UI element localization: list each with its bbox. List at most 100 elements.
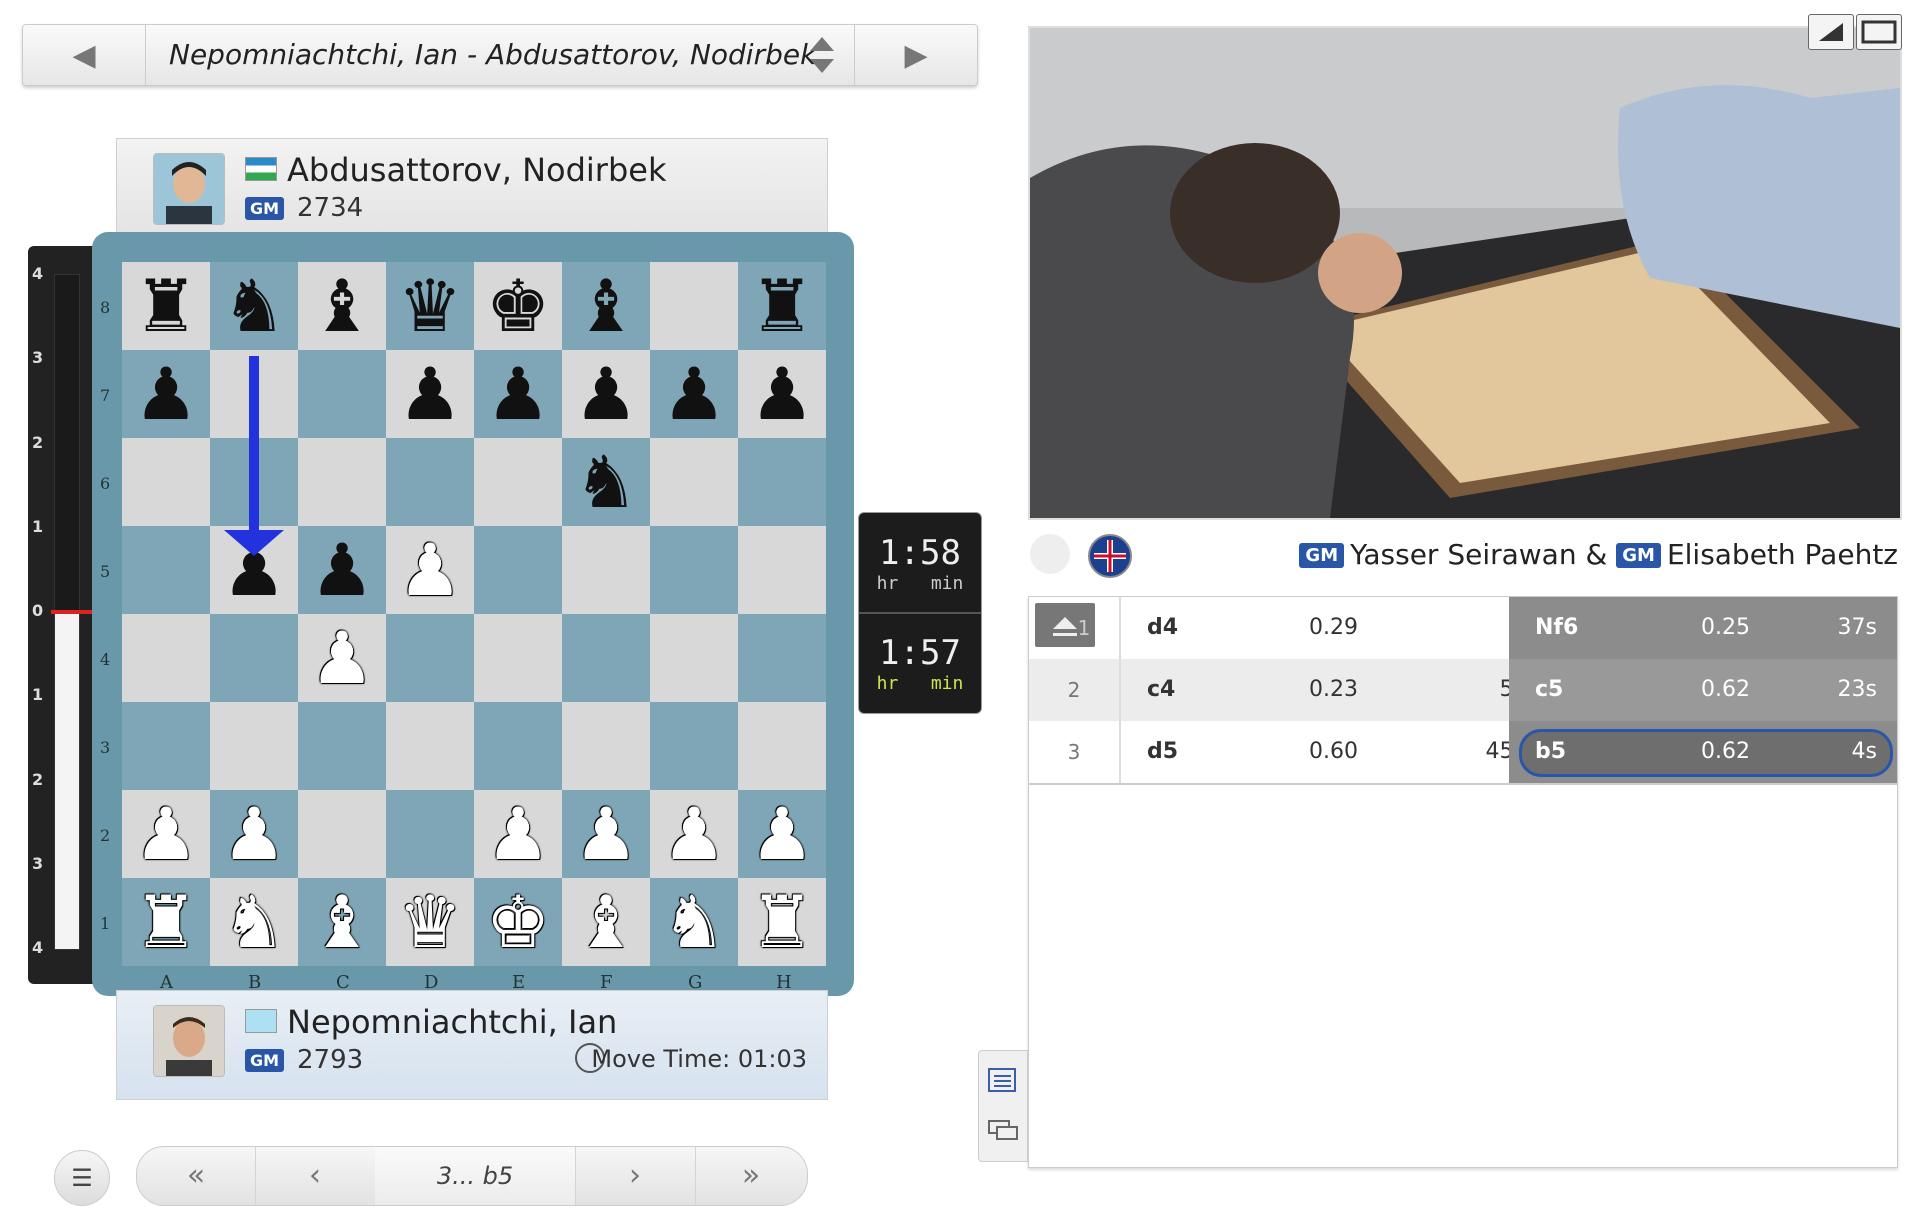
square-h6[interactable] bbox=[738, 438, 826, 526]
square-e5[interactable] bbox=[474, 526, 562, 614]
black-move[interactable]: b5 bbox=[1535, 721, 1566, 783]
square-b7[interactable] bbox=[210, 350, 298, 438]
square-h8[interactable]: ♜ bbox=[738, 262, 826, 350]
square-c8[interactable]: ♝ bbox=[298, 262, 386, 350]
previous-move-button[interactable]: ‹ bbox=[255, 1147, 376, 1205]
black-bishop-piece[interactable]: ♝ bbox=[574, 270, 639, 342]
last-move-button[interactable]: » bbox=[695, 1147, 807, 1205]
black-move[interactable]: Nf6 bbox=[1535, 597, 1578, 659]
square-d1[interactable]: ♛ bbox=[386, 878, 474, 966]
square-e2[interactable]: ♟ bbox=[474, 790, 562, 878]
sort-arrows-icon[interactable] bbox=[807, 35, 837, 75]
square-e4[interactable] bbox=[474, 614, 562, 702]
square-a6[interactable] bbox=[122, 438, 210, 526]
square-c5[interactable]: ♟ bbox=[298, 526, 386, 614]
square-g3[interactable] bbox=[650, 702, 738, 790]
white-knight-piece[interactable]: ♞ bbox=[662, 886, 727, 958]
next-game-button[interactable]: ▶ bbox=[854, 25, 977, 85]
white-pawn-piece[interactable]: ♟ bbox=[310, 622, 375, 694]
black-pawn-piece[interactable]: ♟ bbox=[222, 534, 287, 606]
black-pawn-piece[interactable]: ♟ bbox=[134, 358, 199, 430]
square-h7[interactable]: ♟ bbox=[738, 350, 826, 438]
white-rook-piece[interactable]: ♜ bbox=[750, 886, 815, 958]
fullscreen-video-button[interactable] bbox=[1856, 14, 1902, 50]
move-number[interactable]: 1 bbox=[1029, 597, 1119, 659]
square-a7[interactable]: ♟ bbox=[122, 350, 210, 438]
square-b1[interactable]: ♞ bbox=[210, 878, 298, 966]
black-pawn-piece[interactable]: ♟ bbox=[662, 358, 727, 430]
game-title[interactable]: Nepomniachtchi, Ian - Abdusattorov, Nodi… bbox=[145, 25, 855, 85]
black-bishop-piece[interactable]: ♝ bbox=[310, 270, 375, 342]
square-f1[interactable]: ♝ bbox=[562, 878, 650, 966]
square-b8[interactable]: ♞ bbox=[210, 262, 298, 350]
square-g4[interactable] bbox=[650, 614, 738, 702]
camera-icon[interactable] bbox=[1030, 534, 1070, 574]
black-pawn-piece[interactable]: ♟ bbox=[310, 534, 375, 606]
square-a2[interactable]: ♟ bbox=[122, 790, 210, 878]
white-move[interactable]: c4 bbox=[1147, 659, 1175, 721]
square-g2[interactable]: ♟ bbox=[650, 790, 738, 878]
live-video[interactable] bbox=[1028, 26, 1902, 520]
notation-list-icon[interactable] bbox=[987, 1065, 1019, 1095]
square-h3[interactable] bbox=[738, 702, 826, 790]
popout-video-button[interactable] bbox=[1808, 14, 1854, 50]
square-e1[interactable]: ♚ bbox=[474, 878, 562, 966]
square-g8[interactable] bbox=[650, 262, 738, 350]
square-f2[interactable]: ♟ bbox=[562, 790, 650, 878]
square-d4[interactable] bbox=[386, 614, 474, 702]
square-a8[interactable]: ♜ bbox=[122, 262, 210, 350]
square-f4[interactable] bbox=[562, 614, 650, 702]
black-move-cell[interactable]: c5 0.62 23s bbox=[1509, 659, 1897, 721]
square-g7[interactable]: ♟ bbox=[650, 350, 738, 438]
square-h5[interactable] bbox=[738, 526, 826, 614]
white-pawn-piece[interactable]: ♟ bbox=[398, 534, 463, 606]
square-f7[interactable]: ♟ bbox=[562, 350, 650, 438]
black-rook-piece[interactable]: ♜ bbox=[134, 270, 199, 342]
square-a4[interactable] bbox=[122, 614, 210, 702]
previous-game-button[interactable]: ◀ bbox=[23, 25, 146, 85]
white-move[interactable]: d4 bbox=[1147, 597, 1178, 659]
black-pawn-piece[interactable]: ♟ bbox=[486, 358, 551, 430]
square-b5[interactable]: ♟ bbox=[210, 526, 298, 614]
square-f3[interactable] bbox=[562, 702, 650, 790]
game-selector[interactable]: ◀ Nepomniachtchi, Ian - Abdusattorov, No… bbox=[22, 24, 978, 86]
black-move-cell[interactable]: b5 0.62 4s bbox=[1509, 721, 1897, 783]
square-b4[interactable] bbox=[210, 614, 298, 702]
chess-board[interactable]: ♜ ♞ ♝ ♛ ♚ ♝ ♜ ♟ ♟ ♟ ♟ ♟ ♟ ♞ ♟ ♟ ♟ ♟ ♟ ♟ ♟ ♟ ♟ ♟ ♜ ♞ ♝ ♛ ♚ ♝ ♞ ♜ bbox=[122, 262, 826, 966]
black-pawn-piece[interactable]: ♟ bbox=[574, 358, 639, 430]
white-bishop-piece[interactable]: ♝ bbox=[574, 886, 639, 958]
white-pawn-piece[interactable]: ♟ bbox=[574, 798, 639, 870]
white-queen-piece[interactable]: ♛ bbox=[398, 886, 463, 958]
square-c4[interactable]: ♟ bbox=[298, 614, 386, 702]
square-g6[interactable] bbox=[650, 438, 738, 526]
white-king-piece[interactable]: ♚ bbox=[486, 886, 551, 958]
black-pawn-piece[interactable]: ♟ bbox=[398, 358, 463, 430]
white-bishop-piece[interactable]: ♝ bbox=[310, 886, 375, 958]
square-a1[interactable]: ♜ bbox=[122, 878, 210, 966]
white-move[interactable]: d5 bbox=[1147, 721, 1178, 783]
black-king-piece[interactable]: ♚ bbox=[486, 270, 551, 342]
square-e3[interactable] bbox=[474, 702, 562, 790]
square-h2[interactable]: ♟ bbox=[738, 790, 826, 878]
white-knight-piece[interactable]: ♞ bbox=[222, 886, 287, 958]
white-pawn-piece[interactable]: ♟ bbox=[486, 798, 551, 870]
square-a5[interactable] bbox=[122, 526, 210, 614]
square-d2[interactable] bbox=[386, 790, 474, 878]
next-move-button[interactable]: › bbox=[575, 1147, 696, 1205]
black-move-cell[interactable]: Nf6 0.25 37s bbox=[1509, 597, 1897, 659]
chat-icon[interactable] bbox=[987, 1115, 1019, 1145]
square-c6[interactable] bbox=[298, 438, 386, 526]
square-b2[interactable]: ♟ bbox=[210, 790, 298, 878]
square-e6[interactable] bbox=[474, 438, 562, 526]
square-g5[interactable] bbox=[650, 526, 738, 614]
square-c3[interactable] bbox=[298, 702, 386, 790]
square-b6[interactable] bbox=[210, 438, 298, 526]
square-c1[interactable]: ♝ bbox=[298, 878, 386, 966]
white-rook-piece[interactable]: ♜ bbox=[134, 886, 199, 958]
square-g1[interactable]: ♞ bbox=[650, 878, 738, 966]
square-b3[interactable] bbox=[210, 702, 298, 790]
black-pawn-piece[interactable]: ♟ bbox=[750, 358, 815, 430]
square-d5[interactable]: ♟ bbox=[386, 526, 474, 614]
square-f5[interactable] bbox=[562, 526, 650, 614]
black-knight-piece[interactable]: ♞ bbox=[574, 446, 639, 518]
